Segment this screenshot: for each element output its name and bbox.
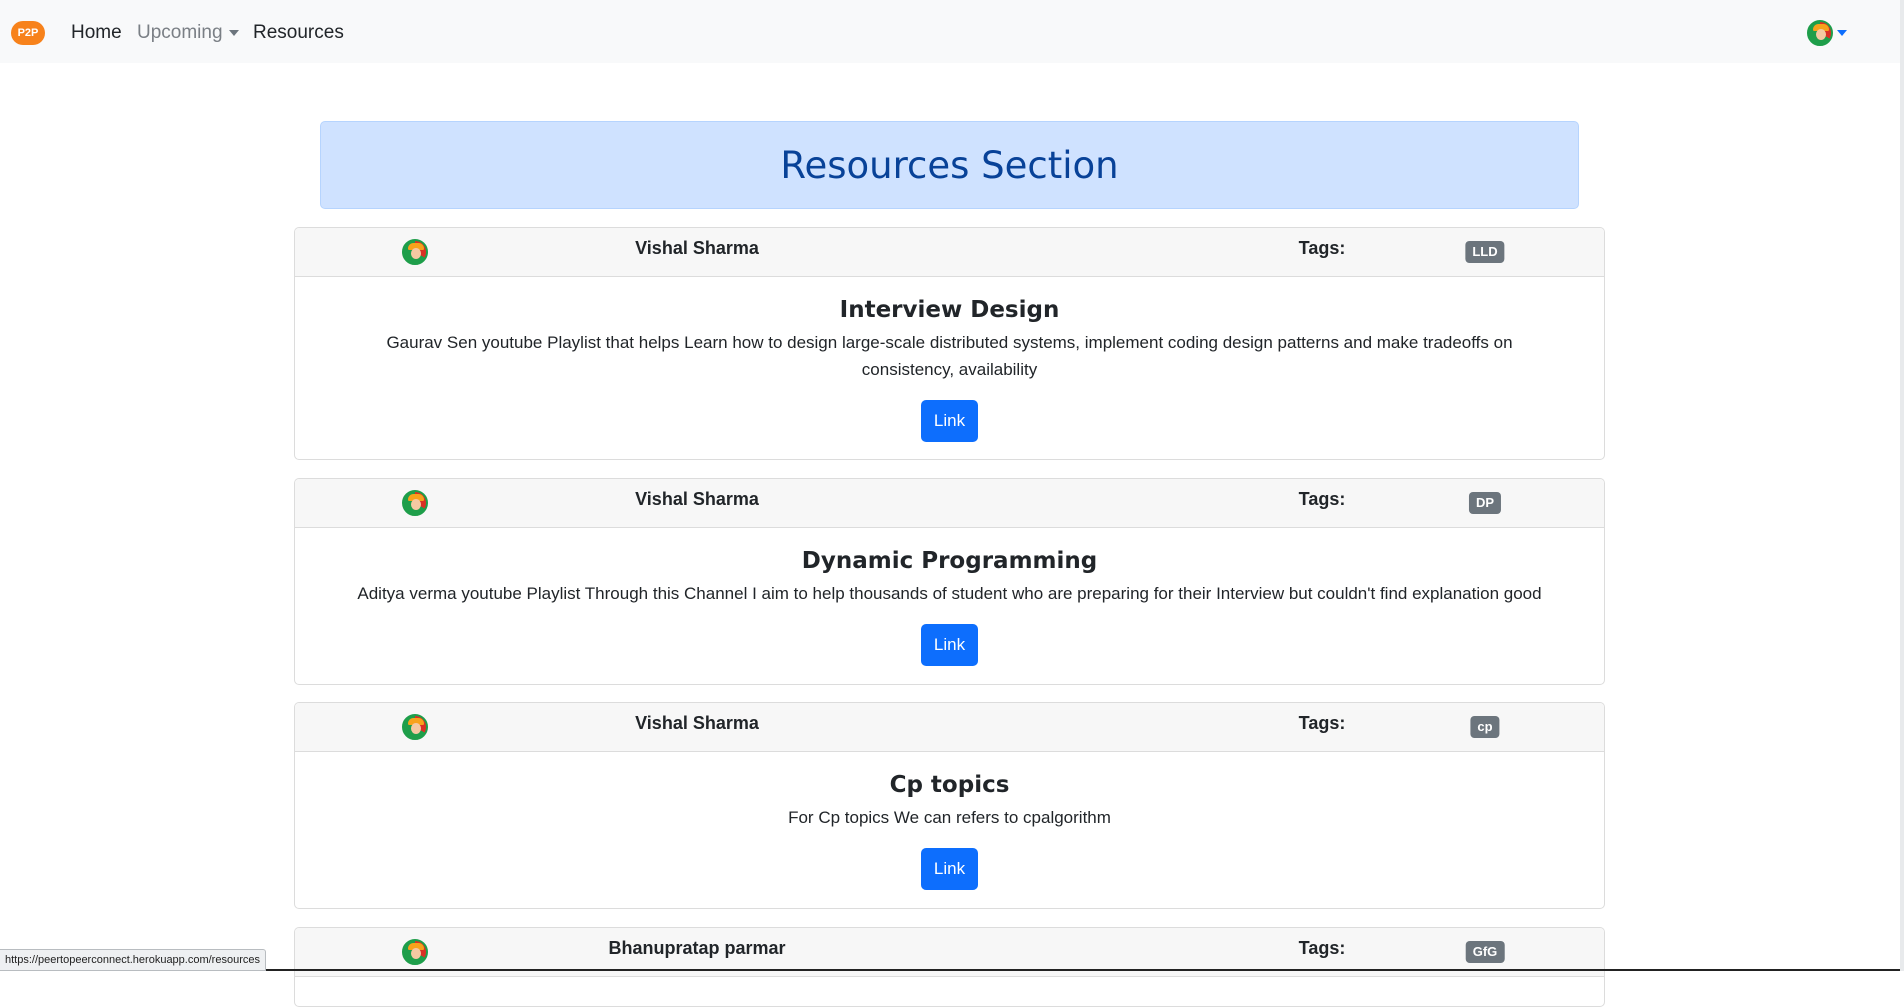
resource-card: Vishal Sharma Tags: DP Dynamic Programmi… [294,478,1605,685]
scrollbar[interactable] [1900,0,1904,971]
author-avatar-icon [402,714,428,740]
card-body: Interview Design Gaurav Sen youtube Play… [295,277,1604,442]
nav-resources[interactable]: Resources [253,21,344,45]
resource-title: Cp topics [889,772,1010,798]
card-header: Vishal Sharma Tags: DP [295,479,1604,528]
resource-title: Dynamic Programming [801,548,1098,574]
nav-home[interactable]: Home [71,21,122,45]
tag-badge: GfG [1465,941,1505,963]
status-bar-url: https://peertopeerconnect.herokuapp.com/… [0,949,266,971]
tag-badge: DP [1468,492,1502,514]
resource-link-button[interactable]: Link [920,400,979,442]
resource-card: Bhanupratap parmar Tags: GfG [294,927,1605,1007]
author-name: Bhanupratap parmar [608,938,786,958]
tag-badge: cp [1470,716,1500,738]
card-header: Vishal Sharma Tags: cp [295,703,1604,752]
page-title: Resources Section [780,143,1119,187]
tags-label: Tags: [1298,489,1346,509]
resource-card: Vishal Sharma Tags: LLD Interview Design… [294,227,1605,460]
tags-label: Tags: [1298,713,1346,733]
card-body: Dynamic Programming Aditya verma youtube… [295,528,1604,666]
resource-description: Aditya verma youtube Playlist Through th… [357,584,1542,603]
user-menu-dropdown[interactable] [1807,20,1847,46]
author-avatar-icon [402,239,428,265]
caret-down-icon [1837,30,1847,36]
nav-upcoming-dropdown[interactable]: Upcoming [137,21,239,45]
resource-description: Gaurav Sen youtube Playlist that helps L… [386,333,1513,379]
tags-label: Tags: [1298,938,1346,958]
card-header: Vishal Sharma Tags: LLD [295,228,1604,277]
author-name: Vishal Sharma [635,238,759,258]
resource-description: For Cp topics We can refers to cpalgorit… [788,808,1111,827]
author-avatar-icon [402,939,428,965]
author-name: Vishal Sharma [635,713,759,733]
tags-label: Tags: [1298,238,1346,258]
author-avatar-icon [402,490,428,516]
resource-title: Interview Design [839,297,1060,323]
author-name: Vishal Sharma [635,489,759,509]
resources-section-header: Resources Section [320,121,1579,209]
nav-upcoming-label: Upcoming [137,22,223,43]
user-avatar-icon [1807,20,1833,46]
caret-down-icon [228,29,239,36]
brand-logo[interactable]: P2P [11,21,45,45]
resource-card: Vishal Sharma Tags: cp Cp topics For Cp … [294,702,1605,909]
navbar: P2P Home Upcoming Resources [0,0,1904,63]
resource-link-button[interactable]: Link [920,848,979,890]
resource-link-button[interactable]: Link [920,624,979,666]
card-body: Cp topics For Cp topics We can refers to… [295,752,1604,890]
tag-badge: LLD [1465,241,1505,263]
